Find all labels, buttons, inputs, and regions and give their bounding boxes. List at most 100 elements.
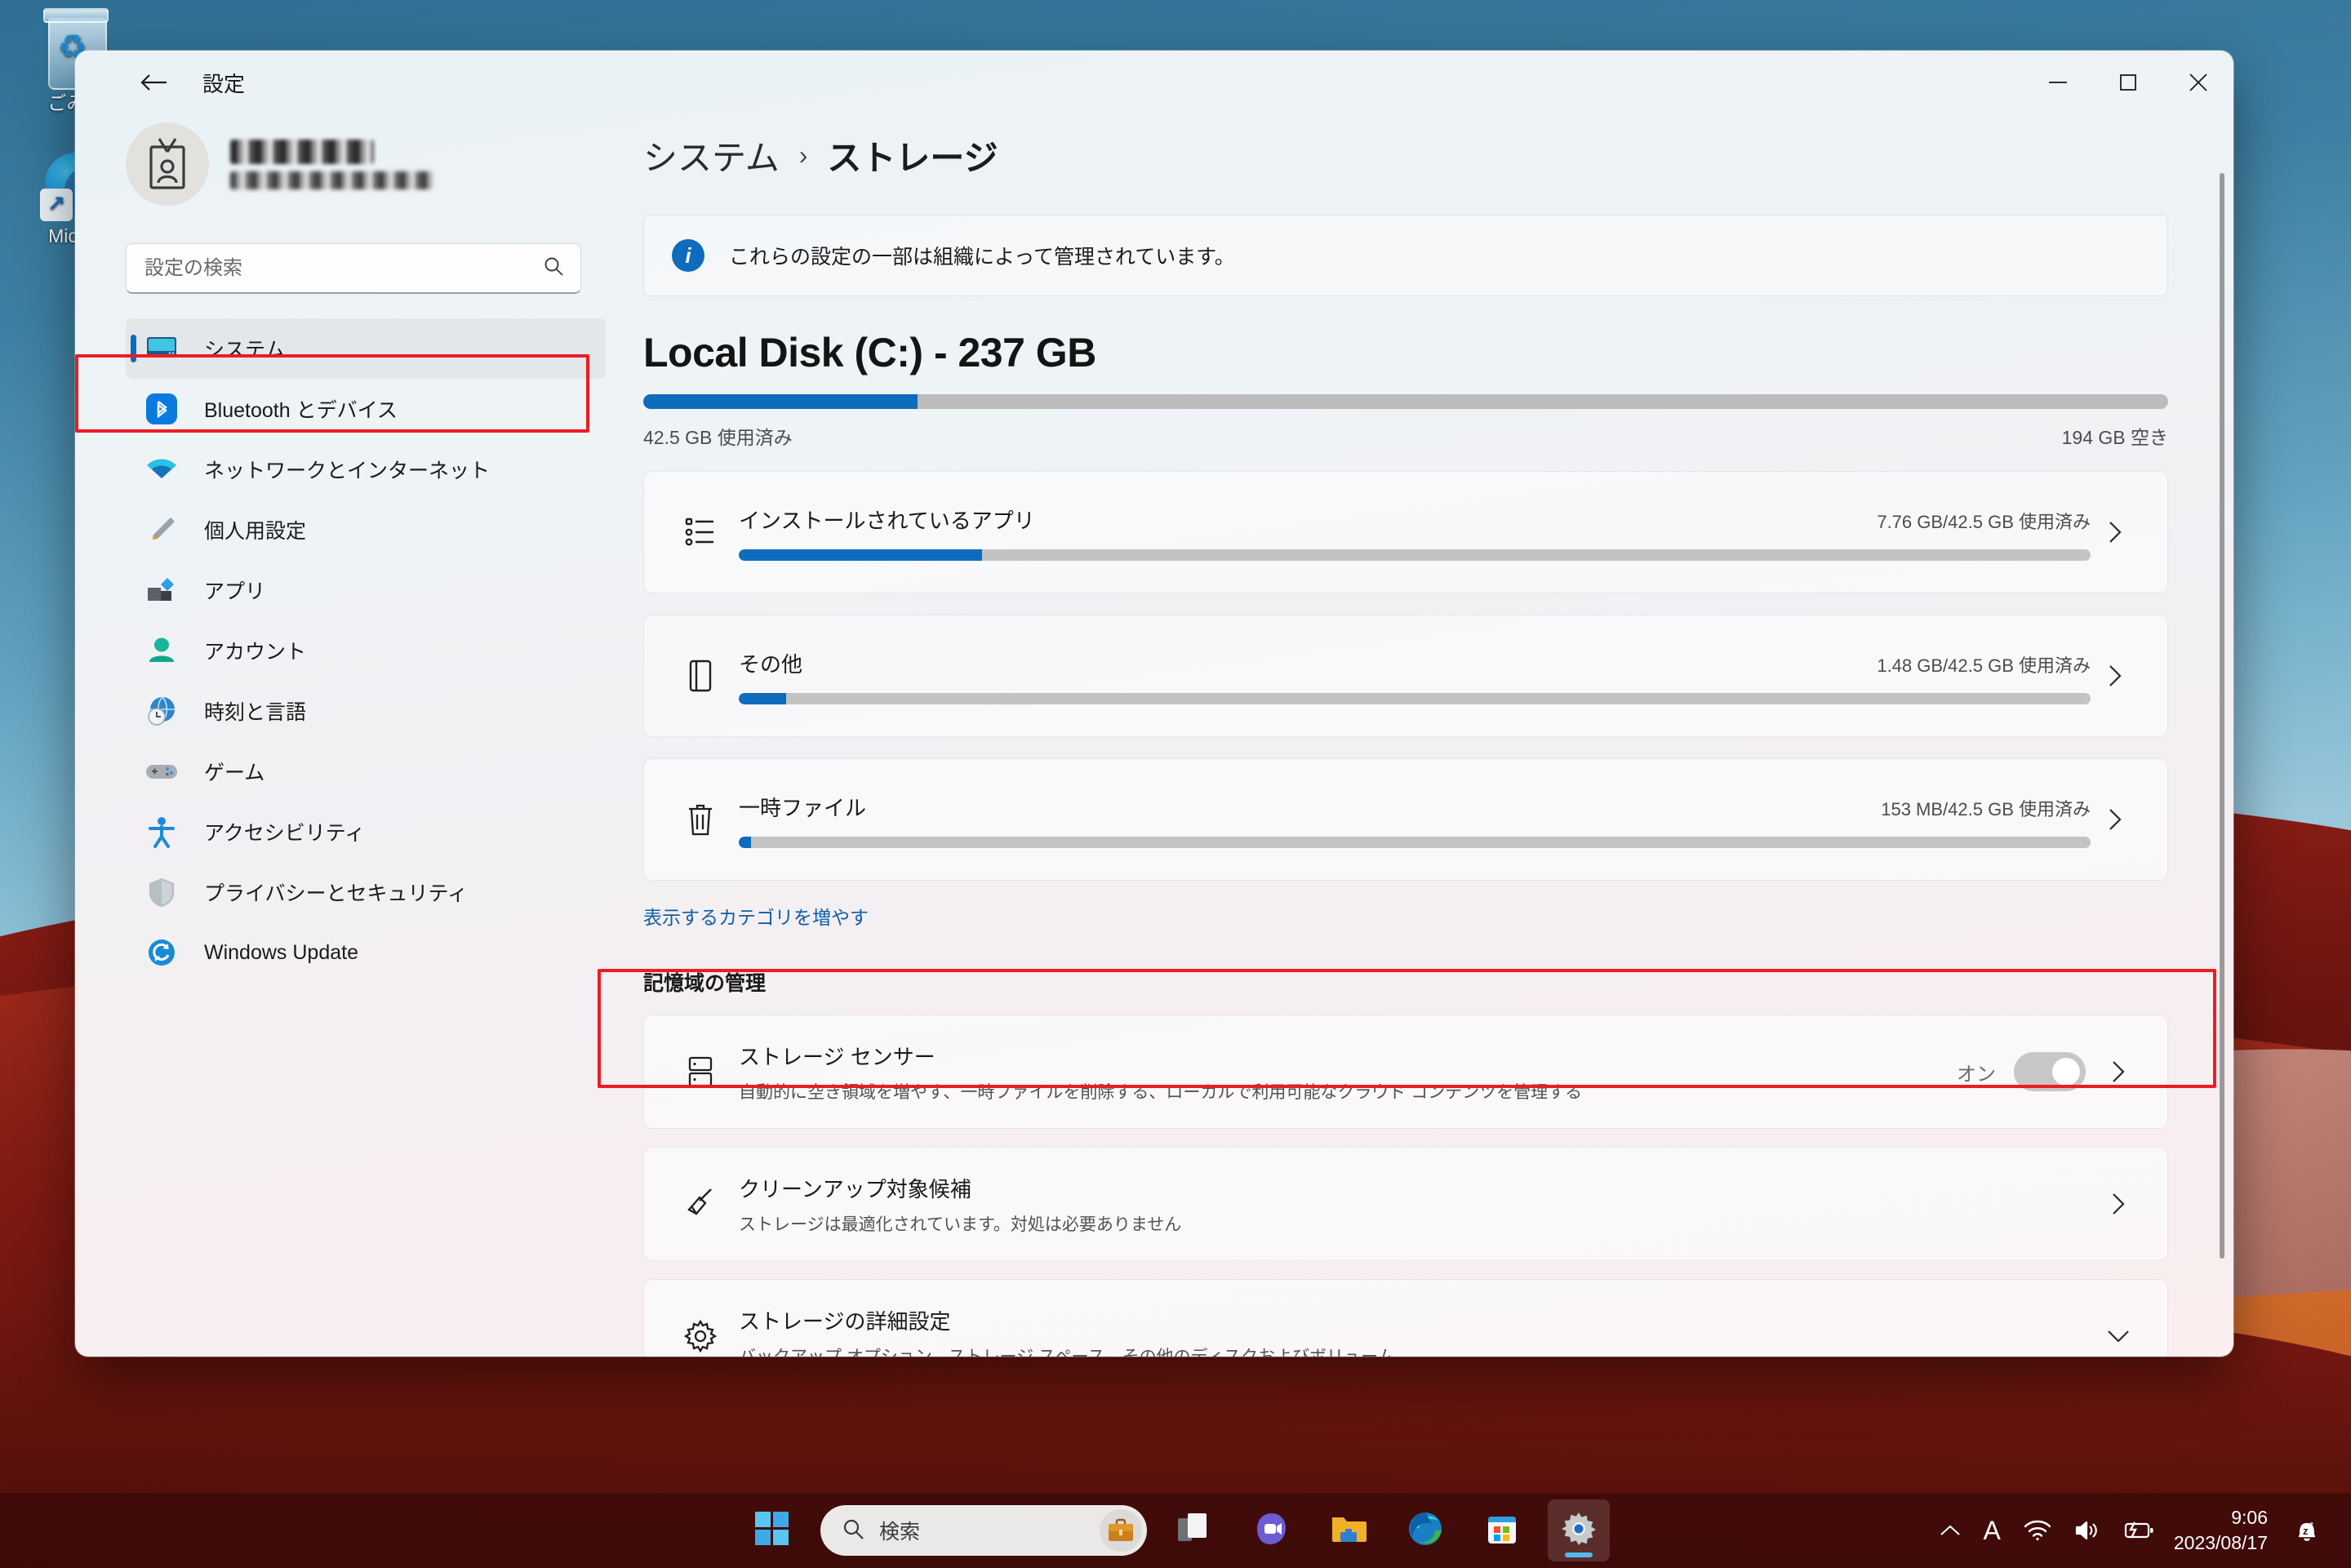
sidebar-item-network[interactable]: ネットワークとインターネット <box>126 439 606 500</box>
taskbar-app-settings[interactable] <box>1548 1499 1610 1561</box>
sidebar-item-gaming[interactable]: ゲーム <box>126 741 606 802</box>
maximize-button[interactable] <box>2093 51 2163 114</box>
account-profile[interactable] <box>126 122 598 206</box>
advanced-storage-settings-row[interactable]: ストレージの詳細設定 バックアップ オプション、ストレージ スペース、その他のデ… <box>643 1279 2168 1357</box>
back-button[interactable] <box>126 57 181 108</box>
storage-sense-body: ストレージ センサー 自動的に空き領域を増やす、一時ファイルを削除する、ローカル… <box>739 1041 1957 1104</box>
ime-indicator[interactable]: A <box>1984 1516 2001 1546</box>
category-bar <box>739 692 2091 704</box>
volume-icon[interactable] <box>2074 1520 2100 1541</box>
active-indicator <box>131 335 136 362</box>
sidebar-item-label: 時刻と言語 <box>204 701 307 724</box>
chevron-right-icon[interactable] <box>2094 1059 2143 1084</box>
microsoft-edge-icon <box>1407 1511 1443 1551</box>
account-name-redacted <box>230 139 374 164</box>
category-bar-fill <box>739 549 983 561</box>
storage-category-row[interactable]: その他 1.48 GB/42.5 GB 使用済み <box>643 615 2168 737</box>
taskbar-center-group: 検索 <box>734 1499 1617 1561</box>
clock-date: 2023/08/17 <box>2173 1532 2268 1553</box>
file-explorer-icon <box>1331 1512 1367 1549</box>
main-scrollbar[interactable] <box>2219 173 2225 1259</box>
advanced-storage-body: ストレージの詳細設定 バックアップ オプション、ストレージ スペース、その他のデ… <box>739 1305 2094 1357</box>
storage-category-row[interactable]: 一時ファイル 153 MB/42.5 GB 使用済み <box>643 758 2168 881</box>
svg-text:z: z <box>2303 1525 2309 1537</box>
taskbar-app-file-explorer[interactable] <box>1318 1499 1380 1561</box>
chevron-right-icon[interactable] <box>2091 807 2140 832</box>
settings-search[interactable] <box>126 243 581 294</box>
storage-category-row[interactable]: インストールされているアプリ 7.76 GB/42.5 GB 使用済み <box>643 471 2168 593</box>
trash-icon <box>675 802 726 837</box>
windows-start-icon <box>755 1511 789 1550</box>
sidebar-item-privacy-security[interactable]: プライバシーとセキュリティ <box>126 862 606 922</box>
row-subtitle: ストレージは最適化されています。対処は必要ありません <box>739 1215 1182 1234</box>
sidebar-item-personalization[interactable]: 個人用設定 <box>126 500 606 560</box>
battery-charging-icon[interactable] <box>2123 1521 2154 1539</box>
taskbar-app-task-view[interactable] <box>1164 1499 1226 1561</box>
taskbar-app-edge[interactable] <box>1394 1499 1456 1561</box>
scrollbar-thumb[interactable] <box>2220 173 2224 1259</box>
minimize-button[interactable] <box>2023 51 2093 114</box>
sidebar-item-time-language[interactable]: 時刻と言語 <box>126 681 606 741</box>
gamepad-icon <box>140 753 183 789</box>
toggle-state-label: オン <box>1957 1063 1996 1086</box>
taskbar-app-microsoft-store[interactable] <box>1471 1499 1533 1561</box>
category-size: 1.48 GB/42.5 GB 使用済み <box>1877 655 2091 676</box>
chevron-up-icon[interactable] <box>1940 1524 1961 1537</box>
gear-icon <box>675 1319 726 1353</box>
sidebar-item-accessibility[interactable]: アクセシビリティ <box>126 802 606 862</box>
chevron-right-icon[interactable] <box>2091 520 2140 544</box>
close-button[interactable] <box>2163 51 2233 114</box>
sidebar-item-system[interactable]: システム <box>126 318 606 379</box>
chevron-right-icon[interactable] <box>2094 1192 2143 1216</box>
broom-icon <box>675 1187 726 1221</box>
storage-sense-row[interactable]: ストレージ センサー 自動的に空き領域を増やす、一時ファイルを削除する、ローカル… <box>643 1015 2168 1129</box>
account-icon <box>140 633 183 669</box>
apps-icon <box>140 572 183 608</box>
search-icon <box>842 1517 864 1544</box>
category-bar <box>739 549 2091 561</box>
settings-window: 設定 設定の検索 システム Bluetooth とデバイス ネットワークとインタ… <box>75 51 2233 1357</box>
bluetooth-icon <box>140 391 183 427</box>
bell-dnd-icon[interactable]: z z <box>2294 1517 2322 1544</box>
account-text <box>230 139 433 189</box>
taskbar-clock[interactable]: 9:06 2023/08/17 <box>2174 1505 2268 1556</box>
show-more-categories-link[interactable]: 表示するカテゴリを増やす <box>643 902 869 930</box>
chevron-down-icon[interactable] <box>2094 1329 2143 1344</box>
cleanup-recommendations-row[interactable]: クリーンアップ対象候補 ストレージは最適化されています。対処は必要ありません <box>643 1147 2168 1261</box>
disk-usage-bar <box>643 394 2168 409</box>
chevron-right-icon[interactable] <box>2091 664 2140 688</box>
accessibility-icon <box>140 814 183 850</box>
row-subtitle: バックアップ オプション、ストレージ スペース、その他のディスクおよびボリューム <box>739 1347 1395 1357</box>
microsoft-store-icon <box>1486 1512 1518 1550</box>
info-icon: i <box>672 239 704 272</box>
sidebar-item-windows-update[interactable]: Windows Update <box>126 922 606 983</box>
sidebar-item-label: システム <box>204 339 286 362</box>
storage-sense-toggle-area[interactable]: オン <box>1957 1052 2086 1091</box>
sidebar-item-label: アカウント <box>204 641 307 664</box>
app-list-icon <box>675 516 726 549</box>
settings-gear-icon <box>1562 1512 1596 1550</box>
active-app-underline <box>1565 1552 1593 1557</box>
clock-globe-icon <box>140 693 183 729</box>
system-tray: A 9:06 2023/08/17 z z <box>1928 1505 2333 1556</box>
search-input[interactable] <box>143 255 543 281</box>
breadcrumb: システム › ストレージ <box>643 131 2168 180</box>
sidebar-item-apps[interactable]: アプリ <box>126 560 606 620</box>
wifi-icon[interactable] <box>2024 1520 2051 1541</box>
taskbar-search[interactable]: 検索 <box>820 1505 1147 1556</box>
breadcrumb-parent[interactable]: システム <box>643 131 780 180</box>
org-managed-text: これらの設定の一部は組織によって管理されています。 <box>729 246 1235 269</box>
start-button[interactable] <box>741 1499 803 1561</box>
storage-category-body: インストールされているアプリ 7.76 GB/42.5 GB 使用済み <box>739 504 2091 561</box>
main-content: システム › ストレージ i これらの設定の一部は組織によって管理されています。… <box>598 114 2233 1357</box>
taskbar-app-chat[interactable] <box>1241 1499 1303 1561</box>
category-size: 7.76 GB/42.5 GB 使用済み <box>1877 511 2091 532</box>
row-title: ストレージの詳細設定 <box>739 1308 951 1334</box>
clock-time: 9:06 <box>2231 1506 2268 1528</box>
row-subtitle: 自動的に空き領域を増やす、一時ファイルを削除する、ローカルで利用可能なクラウド … <box>739 1082 1583 1102</box>
sidebar-item-bluetooth[interactable]: Bluetooth とデバイス <box>126 379 606 439</box>
sidebar-item-accounts[interactable]: アカウント <box>126 620 606 681</box>
briefcase-icon[interactable] <box>1100 1509 1142 1552</box>
sidebar-item-label: プライバシーとセキュリティ <box>204 882 469 905</box>
storage-sense-toggle[interactable] <box>2014 1052 2086 1091</box>
